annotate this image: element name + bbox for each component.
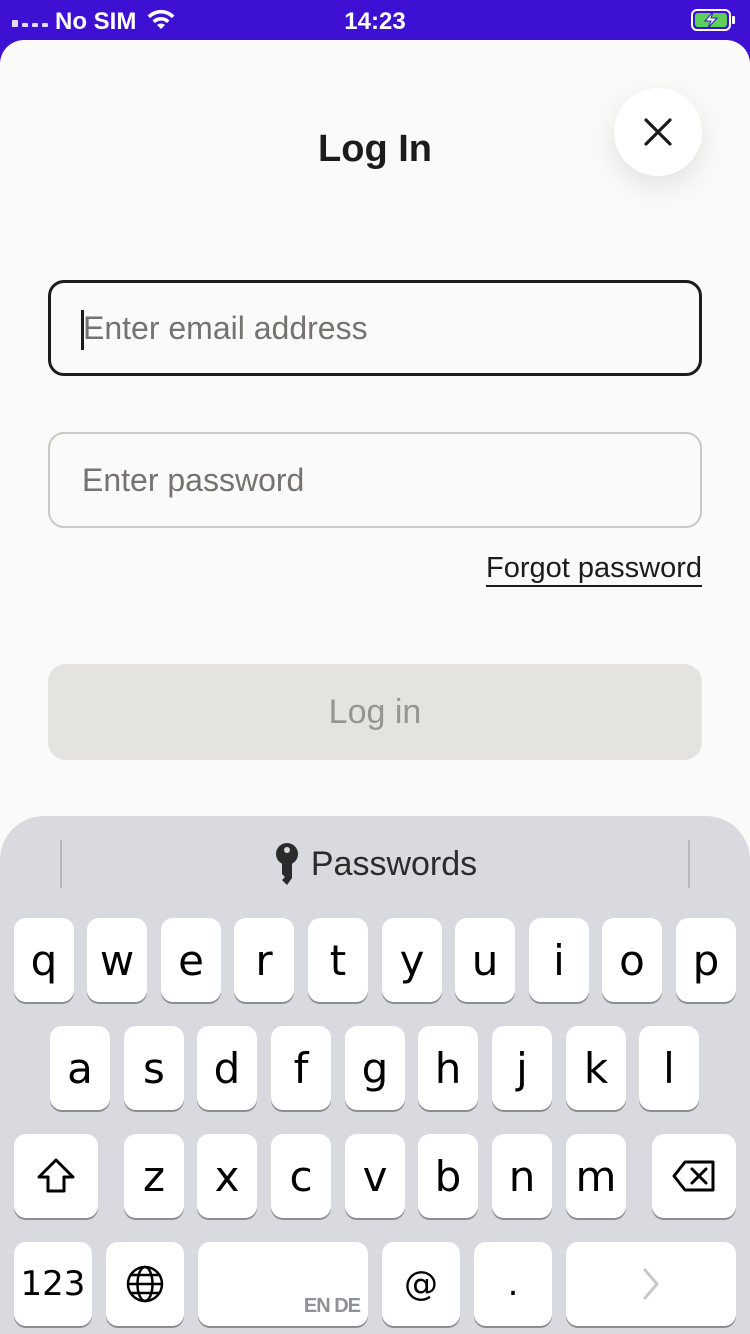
key-g[interactable]: g [345, 1026, 405, 1110]
key-i[interactable]: i [529, 918, 589, 1002]
backspace-icon [672, 1160, 715, 1192]
key-n[interactable]: n [492, 1134, 552, 1218]
key-c[interactable]: c [271, 1134, 331, 1218]
key-q[interactable]: q [14, 918, 74, 1002]
battery-charging-icon [691, 9, 735, 31]
key-e[interactable]: e [161, 918, 221, 1002]
backspace-key[interactable] [652, 1134, 736, 1218]
key-s[interactable]: s [124, 1026, 184, 1110]
passwords-label: Passwords [310, 844, 478, 883]
password-field[interactable] [48, 432, 702, 528]
key-r[interactable]: r [234, 918, 294, 1002]
key-l[interactable]: l [639, 1026, 699, 1110]
dot-key[interactable]: . [474, 1242, 552, 1326]
space-language-label: EN DE [303, 1295, 361, 1317]
globe-icon [126, 1265, 164, 1303]
key-m[interactable]: m [566, 1134, 626, 1218]
key-v[interactable]: v [345, 1134, 405, 1218]
key-icon [275, 843, 298, 885]
key-u[interactable]: u [455, 918, 515, 1002]
key-x[interactable]: x [197, 1134, 257, 1218]
globe-key[interactable] [106, 1242, 184, 1326]
key-h[interactable]: h [418, 1026, 478, 1110]
close-button[interactable] [614, 88, 702, 176]
status-bar: No SIM 14:23 [0, 0, 750, 42]
key-k[interactable]: k [566, 1026, 626, 1110]
password-input[interactable] [82, 461, 700, 499]
forgot-password-link[interactable]: Forgot password [486, 552, 702, 587]
shift-icon [37, 1158, 75, 1193]
email-input[interactable] [83, 309, 699, 347]
next-key[interactable] [566, 1242, 736, 1326]
space-key[interactable]: EN DE [198, 1242, 368, 1326]
login-button[interactable]: Log in [48, 664, 702, 760]
text-cursor [81, 310, 84, 350]
key-p[interactable]: p [676, 918, 736, 1002]
key-w[interactable]: w [87, 918, 147, 1002]
key-b[interactable]: b [418, 1134, 478, 1218]
shift-key[interactable] [14, 1134, 98, 1218]
key-j[interactable]: j [492, 1026, 552, 1110]
key-t[interactable]: t [308, 918, 368, 1002]
numbers-key[interactable]: 123 [14, 1242, 92, 1326]
at-key[interactable]: @ [382, 1242, 460, 1326]
passwords-autofill-button[interactable]: Passwords [0, 840, 750, 888]
close-icon [644, 118, 672, 146]
key-z[interactable]: z [124, 1134, 184, 1218]
clock: 14:23 [344, 8, 406, 35]
key-o[interactable]: o [602, 918, 662, 1002]
chevron-right-icon [643, 1268, 659, 1300]
email-field[interactable] [48, 280, 702, 376]
key-d[interactable]: d [197, 1026, 257, 1110]
keyboard: Passwords q w e r t y u i o p a s d f g … [0, 816, 750, 1334]
key-y[interactable]: y [382, 918, 442, 1002]
key-a[interactable]: a [50, 1026, 110, 1110]
key-f[interactable]: f [271, 1026, 331, 1110]
